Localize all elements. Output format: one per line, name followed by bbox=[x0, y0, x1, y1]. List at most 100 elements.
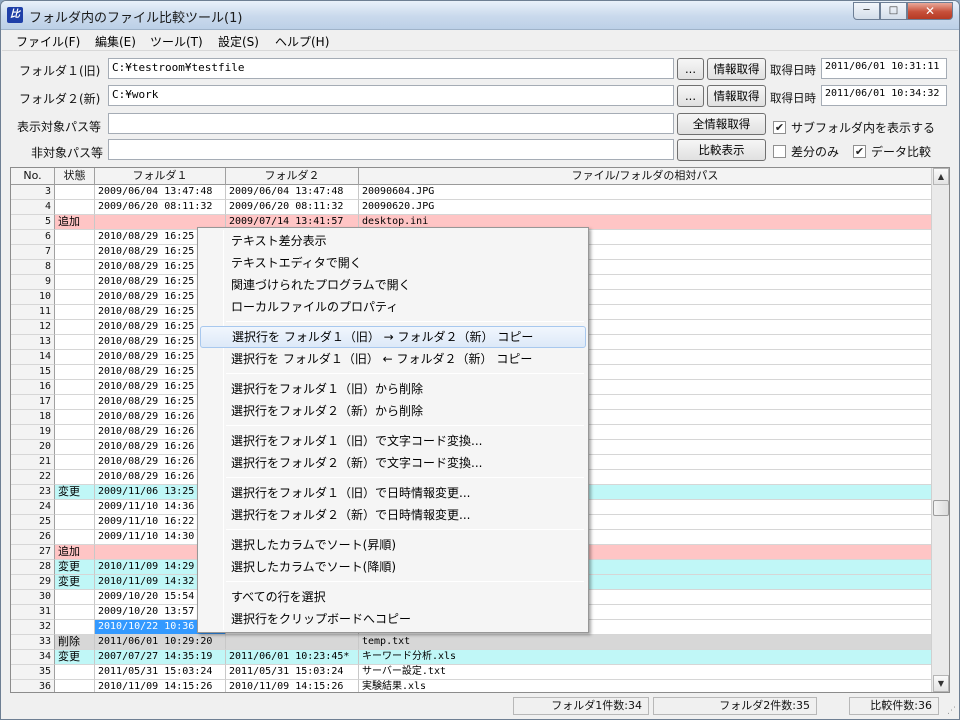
grid-cell-status[interactable] bbox=[55, 680, 95, 692]
grid-cell-no[interactable]: 18 bbox=[11, 410, 55, 425]
grid-cell-status[interactable] bbox=[55, 620, 95, 635]
grid-cell-status[interactable] bbox=[55, 395, 95, 410]
grid-cell-no[interactable]: 35 bbox=[11, 665, 55, 680]
context-menu-item[interactable]: すべての行を選択 bbox=[200, 586, 586, 608]
grid-cell-no[interactable]: 15 bbox=[11, 365, 55, 380]
grid-cell-no[interactable]: 11 bbox=[11, 305, 55, 320]
grid-cell-no[interactable]: 21 bbox=[11, 455, 55, 470]
grid-cell-status[interactable] bbox=[55, 590, 95, 605]
grid-cell-no[interactable]: 6 bbox=[11, 230, 55, 245]
header-path[interactable]: ファイル/フォルダの相対パス bbox=[359, 168, 932, 185]
grid-cell-no[interactable]: 34 bbox=[11, 650, 55, 665]
menu-file[interactable]: ファイル(F) bbox=[16, 33, 80, 50]
menu-help[interactable]: ヘルプ(H) bbox=[275, 33, 329, 50]
folder2-input[interactable]: C:¥work bbox=[108, 85, 674, 106]
folder2-browse-button[interactable]: ... bbox=[677, 85, 704, 107]
grid-cell-path[interactable]: 20090620.JPG bbox=[359, 200, 932, 215]
scroll-down-icon[interactable]: ▼ bbox=[933, 675, 949, 692]
grid-cell-no[interactable]: 7 bbox=[11, 245, 55, 260]
grid-cell-status[interactable] bbox=[55, 365, 95, 380]
grid-cell-status[interactable] bbox=[55, 290, 95, 305]
subfolder-checkbox[interactable]: ✔ サブフォルダ内を表示する bbox=[773, 119, 935, 136]
grid-cell-status[interactable] bbox=[55, 230, 95, 245]
header-folder2[interactable]: フォルダ２ bbox=[226, 168, 359, 185]
context-menu-item[interactable]: 選択行をフォルダ１（旧）から削除 bbox=[200, 378, 586, 400]
grid-cell-no[interactable]: 10 bbox=[11, 290, 55, 305]
menu-settings[interactable]: 設定(S) bbox=[218, 33, 259, 50]
grid-cell-status[interactable]: 削除 bbox=[55, 635, 95, 650]
folder2-getinfo-button[interactable]: 情報取得 bbox=[707, 85, 766, 107]
context-menu-item[interactable]: ローカルファイルのプロパティ bbox=[200, 296, 586, 318]
grid-cell-status[interactable] bbox=[55, 605, 95, 620]
table-row[interactable]: 35 2011/05/31 15:03:24 2011/05/31 15:03:24… bbox=[11, 665, 932, 680]
menu-edit[interactable]: 編集(E) bbox=[95, 33, 136, 50]
grid-cell-no[interactable]: 26 bbox=[11, 530, 55, 545]
grid-cell-path[interactable]: temp.txt bbox=[359, 635, 932, 650]
grid-cell-status[interactable] bbox=[55, 320, 95, 335]
exclude-path-input[interactable] bbox=[108, 139, 674, 160]
menu-tool[interactable]: ツール(T) bbox=[150, 33, 203, 50]
grid-cell-no[interactable]: 33 bbox=[11, 635, 55, 650]
grid-cell-status[interactable] bbox=[55, 665, 95, 680]
grid-cell-status[interactable]: 変更 bbox=[55, 650, 95, 665]
compare-button[interactable]: 比較表示 bbox=[677, 139, 766, 161]
grid-cell-folder1[interactable]: 2011/06/01 10:29:20 bbox=[95, 635, 226, 650]
context-menu-item[interactable]: 選択行をフォルダ１（旧）で日時情報変更... bbox=[200, 482, 586, 504]
getall-button[interactable]: 全情報取得 bbox=[677, 113, 766, 135]
include-path-input[interactable] bbox=[108, 113, 674, 134]
table-row[interactable]: 36 2010/11/09 14:15:26 2010/11/09 14:15:26… bbox=[11, 680, 932, 692]
table-row[interactable]: 33 削除 2011/06/01 10:29:20 temp.txt bbox=[11, 635, 932, 650]
grid-cell-status[interactable] bbox=[55, 410, 95, 425]
table-row[interactable]: 3 2009/06/04 13:47:48 2009/06/04 13:47:48 2… bbox=[11, 185, 932, 200]
table-row[interactable]: 4 2009/06/20 08:11:32 2009/06/20 08:11:32 2… bbox=[11, 200, 932, 215]
grid-cell-no[interactable]: 36 bbox=[11, 680, 55, 692]
grid-cell-folder2[interactable]: 2009/06/04 13:47:48 bbox=[226, 185, 359, 200]
scroll-up-icon[interactable]: ▲ bbox=[933, 168, 949, 185]
grid-cell-no[interactable]: 23 bbox=[11, 485, 55, 500]
grid-cell-status[interactable] bbox=[55, 350, 95, 365]
folder1-input[interactable]: C:¥testroom¥testfile bbox=[108, 58, 674, 79]
resize-grip-icon[interactable]: ⋰ bbox=[947, 706, 956, 716]
folder1-getinfo-button[interactable]: 情報取得 bbox=[707, 58, 766, 80]
grid-cell-no[interactable]: 28 bbox=[11, 560, 55, 575]
grid-cell-folder1[interactable]: 2009/06/20 08:11:32 bbox=[95, 200, 226, 215]
grid-cell-no[interactable]: 31 bbox=[11, 605, 55, 620]
grid-cell-status[interactable] bbox=[55, 245, 95, 260]
context-menu-item[interactable]: テキストエディタで開く bbox=[200, 252, 586, 274]
context-menu-item[interactable]: 選択行を フォルダ１（旧） ← フォルダ２（新） コピー bbox=[200, 348, 586, 370]
grid-cell-folder2[interactable]: 2011/06/01 10:23:45* bbox=[226, 650, 359, 665]
grid-cell-no[interactable]: 29 bbox=[11, 575, 55, 590]
close-button[interactable]: ✕ bbox=[907, 2, 953, 20]
grid-cell-path[interactable]: サーバー設定.txt bbox=[359, 665, 932, 680]
folder1-browse-button[interactable]: ... bbox=[677, 58, 704, 80]
grid-cell-no[interactable]: 12 bbox=[11, 320, 55, 335]
grid-cell-folder2[interactable]: 2009/06/20 08:11:32 bbox=[226, 200, 359, 215]
grid-cell-folder1[interactable]: 2009/06/04 13:47:48 bbox=[95, 185, 226, 200]
grid-cell-no[interactable]: 27 bbox=[11, 545, 55, 560]
grid-cell-status[interactable] bbox=[55, 470, 95, 485]
grid-cell-no[interactable]: 13 bbox=[11, 335, 55, 350]
grid-cell-status[interactable] bbox=[55, 530, 95, 545]
scroll-thumb[interactable] bbox=[933, 500, 949, 516]
grid-cell-no[interactable]: 30 bbox=[11, 590, 55, 605]
grid-cell-folder2[interactable]: 2011/05/31 15:03:24 bbox=[226, 665, 359, 680]
header-folder1[interactable]: フォルダ１ bbox=[95, 168, 226, 185]
grid-cell-no[interactable]: 32 bbox=[11, 620, 55, 635]
grid-cell-no[interactable]: 5 bbox=[11, 215, 55, 230]
context-menu-item[interactable]: 選択行をフォルダ２（新）で日時情報変更... bbox=[200, 504, 586, 526]
grid-cell-no[interactable]: 20 bbox=[11, 440, 55, 455]
grid-cell-folder1[interactable]: 2010/11/09 14:15:26 bbox=[95, 680, 226, 692]
grid-cell-no[interactable]: 14 bbox=[11, 350, 55, 365]
grid-cell-no[interactable]: 22 bbox=[11, 470, 55, 485]
grid-cell-no[interactable]: 17 bbox=[11, 395, 55, 410]
grid-cell-status[interactable] bbox=[55, 260, 95, 275]
grid-cell-status[interactable] bbox=[55, 500, 95, 515]
header-status[interactable]: 状態 bbox=[55, 168, 95, 185]
grid-cell-folder1[interactable]: 2007/07/27 14:35:19 bbox=[95, 650, 226, 665]
diffonly-checkbox[interactable]: 差分のみ bbox=[773, 143, 839, 160]
grid-cell-status[interactable]: 変更 bbox=[55, 575, 95, 590]
context-menu-item[interactable]: 選択したカラムでソート(降順) bbox=[200, 556, 586, 578]
grid-cell-no[interactable]: 4 bbox=[11, 200, 55, 215]
grid-cell-folder1[interactable]: 2011/05/31 15:03:24 bbox=[95, 665, 226, 680]
grid-cell-no[interactable]: 16 bbox=[11, 380, 55, 395]
